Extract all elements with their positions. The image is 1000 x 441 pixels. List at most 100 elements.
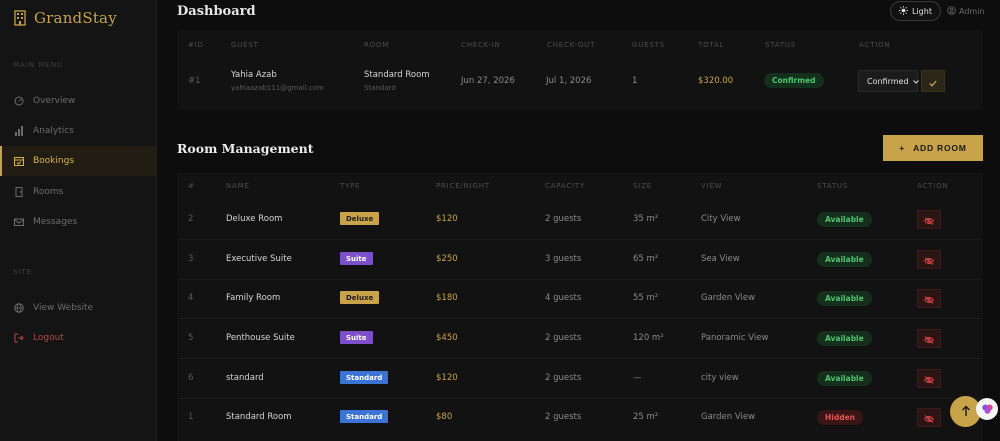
- room-num: 5: [188, 333, 194, 343]
- sidebar-item-bookings[interactable]: Bookings: [0, 146, 157, 176]
- sidebar-item-label: Messages: [33, 217, 78, 227]
- room-type-badge: Deluxe: [340, 291, 380, 304]
- toggle-visibility-button[interactable]: [917, 329, 941, 348]
- eye-off-icon: [923, 329, 935, 348]
- rooms-header-size: SIZE: [633, 182, 652, 190]
- room-name: standard: [226, 373, 264, 383]
- user-icon: [947, 6, 956, 17]
- room-view: Panoramic View: [701, 333, 769, 343]
- sidebar-item-label: Bookings: [33, 156, 75, 166]
- row-divider: [177, 398, 983, 399]
- bookings-header-guests: GUESTS: [632, 41, 665, 49]
- section-label-site: SITE: [13, 268, 33, 276]
- theme-label: Light: [912, 6, 932, 16]
- brand[interactable]: GrandStay: [14, 9, 117, 27]
- bookings-header-action: ACTION: [859, 41, 891, 49]
- booking-room-type: Standard: [364, 84, 396, 92]
- room-name: Penthouse Suite: [226, 333, 295, 343]
- toggle-visibility-button[interactable]: [917, 289, 941, 308]
- main-content: Dashboard Light Admin #ID GUEST ROOM CHE…: [157, 0, 1000, 441]
- brand-name: GrandStay: [34, 9, 117, 27]
- plus-icon: +: [899, 143, 906, 153]
- rooms-header-name: NAME: [226, 182, 250, 190]
- toggle-visibility-button[interactable]: [917, 210, 941, 229]
- room-type-badge: Suite: [340, 331, 373, 344]
- sidebar-item-view-website[interactable]: View Website: [0, 293, 157, 323]
- messages-icon: [13, 217, 24, 228]
- sidebar-item-messages[interactable]: Messages: [0, 207, 157, 237]
- eye-off-icon: [923, 210, 935, 229]
- status-badge: Available: [817, 291, 872, 306]
- hotel-icon: [14, 10, 26, 26]
- room-type-badge: Suite: [340, 252, 373, 265]
- toggle-visibility-button[interactable]: [917, 408, 941, 427]
- room-size: 65 m²: [633, 254, 659, 264]
- room-name: Executive Suite: [226, 254, 292, 264]
- booking-total: $320.00: [698, 76, 734, 86]
- room-capacity: 2 guests: [545, 333, 582, 343]
- add-room-button[interactable]: + ADD ROOM: [883, 135, 983, 161]
- check-icon: [929, 72, 937, 91]
- eye-off-icon: [923, 250, 935, 269]
- bookings-icon: [13, 156, 24, 167]
- room-num: 6: [188, 373, 194, 383]
- topbar: Dashboard Light Admin: [157, 0, 1000, 24]
- page-title: Dashboard: [177, 4, 256, 19]
- room-num: 1: [188, 412, 194, 422]
- booking-room: Standard Room: [364, 70, 430, 80]
- room-capacity: 3 guests: [545, 254, 582, 264]
- admin-user[interactable]: Admin: [947, 6, 985, 17]
- room-size: 35 m²: [633, 214, 659, 224]
- room-capacity: 2 guests: [545, 214, 582, 224]
- room-num: 2: [188, 214, 194, 224]
- rooms-header-num: #: [188, 182, 195, 190]
- room-price: $450: [436, 333, 458, 343]
- status-badge: Available: [817, 331, 872, 346]
- room-size: 25 m²: [633, 412, 659, 422]
- bookings-header-total: TOTAL: [698, 41, 725, 49]
- brain-icon: [981, 400, 994, 419]
- sidebar-item-label: View Website: [33, 303, 94, 313]
- sidebar-item-analytics[interactable]: Analytics: [0, 116, 157, 146]
- room-size: —: [633, 373, 642, 383]
- row-divider: [177, 239, 983, 240]
- toggle-visibility-button[interactable]: [917, 369, 941, 388]
- analytics-icon: [13, 126, 24, 137]
- sidebar-item-rooms[interactable]: Rooms: [0, 177, 157, 207]
- room-view: city view: [701, 373, 739, 383]
- rooms-icon: [13, 187, 24, 198]
- sidebar-item-overview[interactable]: Overview: [0, 86, 157, 116]
- ai-assistant-button[interactable]: [976, 398, 998, 420]
- sidebar: GrandStay MAIN MENU Overview Analytics B…: [0, 0, 157, 441]
- theme-toggle-button[interactable]: Light: [890, 1, 941, 21]
- sidebar-item-label: Rooms: [33, 187, 64, 197]
- rooms-header-type: TYPE: [340, 182, 361, 190]
- toggle-visibility-button[interactable]: [917, 250, 941, 269]
- admin-label: Admin: [959, 7, 985, 16]
- eye-off-icon: [923, 408, 935, 427]
- room-name: Family Room: [226, 293, 281, 303]
- guest-email: yahiaazab111@gmail.com: [231, 84, 324, 92]
- sidebar-item-label: Analytics: [33, 126, 74, 136]
- eye-off-icon: [923, 369, 935, 388]
- bookings-header-guest: GUEST: [231, 41, 259, 49]
- room-type-badge: Standard: [340, 371, 389, 384]
- room-view: Sea View: [701, 254, 740, 264]
- bookings-header-status: STATUS: [765, 41, 797, 49]
- room-type-badge: Deluxe: [340, 212, 380, 225]
- rooms-header-price: PRICE/NIGHT: [436, 182, 490, 190]
- room-size: 55 m²: [633, 293, 659, 303]
- room-view: Garden View: [701, 293, 756, 303]
- confirm-status-button[interactable]: [921, 70, 945, 92]
- room-num: 3: [188, 254, 194, 264]
- status-badge: Confirmed: [764, 73, 824, 88]
- bookings-header-room: ROOM: [364, 41, 390, 49]
- status-badge: Available: [817, 212, 872, 227]
- guest-name: Yahia Azab: [231, 70, 277, 80]
- rooms-header-view: VIEW: [701, 182, 723, 190]
- row-divider: [177, 279, 983, 280]
- status-select[interactable]: Confirmed: [858, 70, 919, 92]
- room-name: Deluxe Room: [226, 214, 283, 224]
- room-view: City View: [701, 214, 741, 224]
- sidebar-item-logout[interactable]: Logout: [0, 323, 157, 353]
